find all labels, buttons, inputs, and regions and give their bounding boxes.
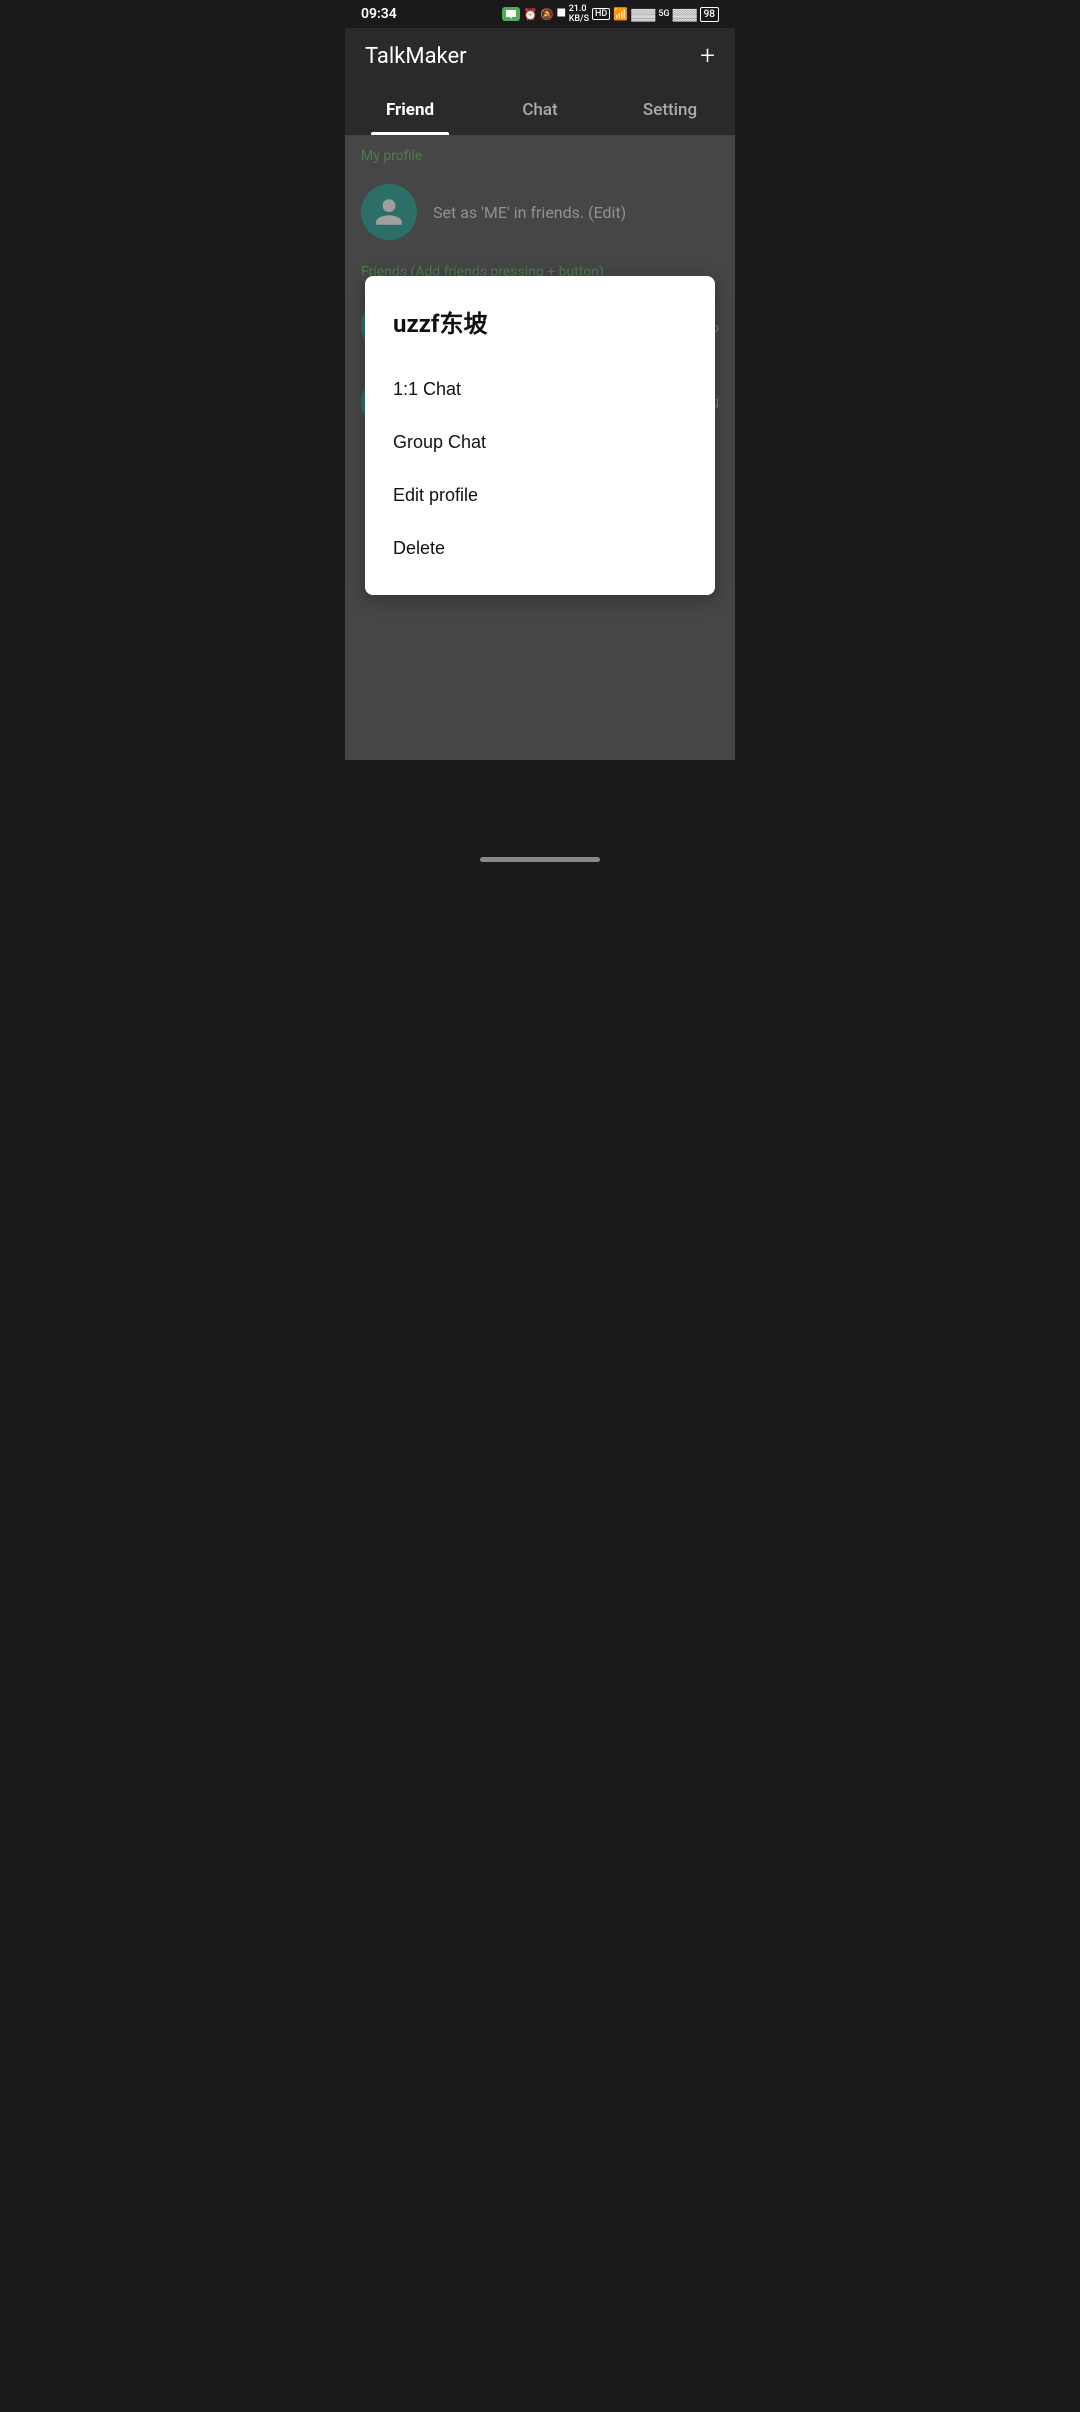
tab-chat[interactable]: Chat [475,84,605,135]
status-icons: ⏰ 🔕 ⯀ 21.0KB/S HD 📶 ▓▓▓ 5G ▓▓▓ 98 [502,4,719,24]
status-time: 09:34 [361,6,397,22]
mute-icon: 🔕 [540,8,554,21]
add-button[interactable]: + [700,43,715,69]
modal-edit-profile[interactable]: Edit profile [393,469,687,522]
modal-delete[interactable]: Delete [393,522,687,575]
signal-4g: ▓▓▓ [631,8,655,21]
signal-bars: ▓▓▓ [673,8,697,21]
data-speed: 21.0KB/S [569,4,589,24]
modal-title: uzzf东坡 [393,304,687,339]
bluetooth-icon: ⯀ [557,7,566,21]
tab-friend[interactable]: Friend [345,84,475,135]
battery-icon: 98 [700,7,719,22]
modal-group-chat[interactable]: Group Chat [393,416,687,469]
context-menu-modal: uzzf东坡 1:1 Chat Group Chat Edit profile … [365,276,715,595]
modal-one-to-one-chat[interactable]: 1:1 Chat [393,363,687,416]
status-bar: 09:34 ⏰ 🔕 ⯀ 21.0KB/S HD 📶 ▓▓▓ 5G ▓▓▓ 98 [345,0,735,28]
signal-5g: 5G [658,9,669,19]
wifi-icon: 📶 [613,7,628,21]
chat-notification-icon [502,7,520,21]
tab-bar: Friend Chat Setting [345,84,735,136]
content-area: My profile Set as 'ME' in friends. (Edit… [345,136,735,760]
alarm-icon: ⏰ [523,8,537,21]
app-header: TalkMaker + [345,28,735,84]
app-title: TalkMaker [365,44,467,69]
hd-badge: HD [592,8,610,20]
home-indicator [480,857,600,862]
tab-setting[interactable]: Setting [605,84,735,135]
